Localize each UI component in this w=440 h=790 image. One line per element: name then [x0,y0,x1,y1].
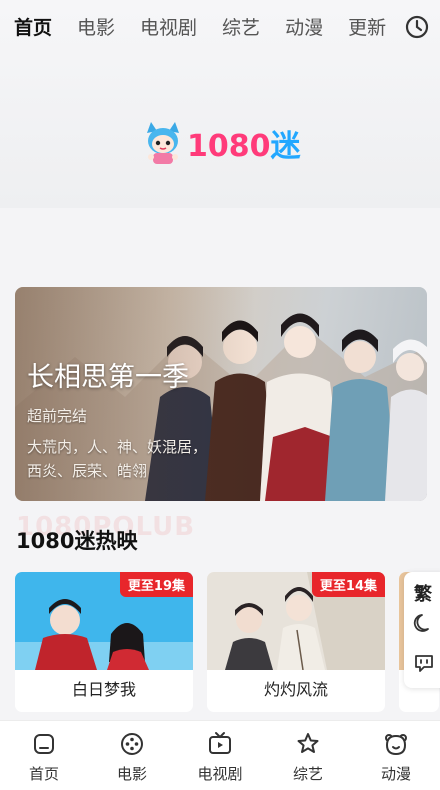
nav-label: 动漫 [380,765,411,783]
site-logo[interactable]: 1080迷 [139,118,301,168]
star-icon [297,733,319,753]
message-icon[interactable] [413,652,435,674]
mascot-icon [147,122,179,164]
tab-variety[interactable]: 综艺 [222,0,260,56]
tab-anime[interactable]: 动漫 [285,0,323,56]
banner-description: 大荒内，人、神、妖混居，西炎、辰荣、皓翎 [27,438,208,480]
logo-cn: 迷 [270,129,301,164]
tab-tv-series[interactable]: 电视剧 [140,0,197,56]
top-navigation: 首页 电影 电视剧 综艺 动漫 更新 [0,0,440,56]
tab-strip: 首页 电影 电视剧 综艺 动漫 更新 [14,0,404,56]
tv-icon [209,732,231,754]
hero-banner[interactable]: 长相思第一季 超前完结 大荒内，人、神、妖混居，西炎、辰荣、皓翎 [15,287,427,501]
film-reel-icon [121,733,143,755]
nav-home[interactable]: 首页 [0,721,88,790]
section-title: 1080迷热映 [16,529,138,553]
tab-movies[interactable]: 电影 [77,0,115,56]
home-icon [34,734,54,754]
banner-title: 长相思第一季 [27,362,189,393]
episode-badge: 更至19集 [119,572,193,597]
traditional-chinese-toggle[interactable]: 繁 [414,580,432,606]
nav-variety[interactable]: 综艺 [264,721,352,790]
tab-home[interactable]: 首页 [14,0,52,56]
card-title: 灼灼风流 [263,680,328,699]
movie-card[interactable]: 更至14集 灼灼风流 [207,572,385,712]
nav-anime[interactable]: 动漫 [352,721,440,790]
floating-tools: 繁 [404,572,440,688]
logo-text: 1080迷 [187,121,301,165]
bear-icon [385,734,407,756]
nav-label: 电影 [116,765,147,783]
clock-icon[interactable] [404,14,430,40]
logo-number: 1080 [187,129,271,164]
episode-badge: 更至14集 [311,572,385,597]
card-title: 白日梦我 [71,680,136,699]
nav-label: 综艺 [292,765,323,783]
bottom-navigation: 首页 电影 电视剧 综艺 动漫 [0,720,440,790]
nav-label: 电视剧 [197,765,243,783]
movie-card[interactable]: 更至19集 白日梦我 [15,572,193,712]
moon-icon[interactable] [413,612,435,634]
banner-status: 超前完结 [27,407,88,425]
tab-updates[interactable]: 更新 [348,0,386,56]
nav-movies[interactable]: 电影 [88,721,176,790]
nav-label: 首页 [28,765,59,783]
nav-tv-series[interactable]: 电视剧 [176,721,264,790]
